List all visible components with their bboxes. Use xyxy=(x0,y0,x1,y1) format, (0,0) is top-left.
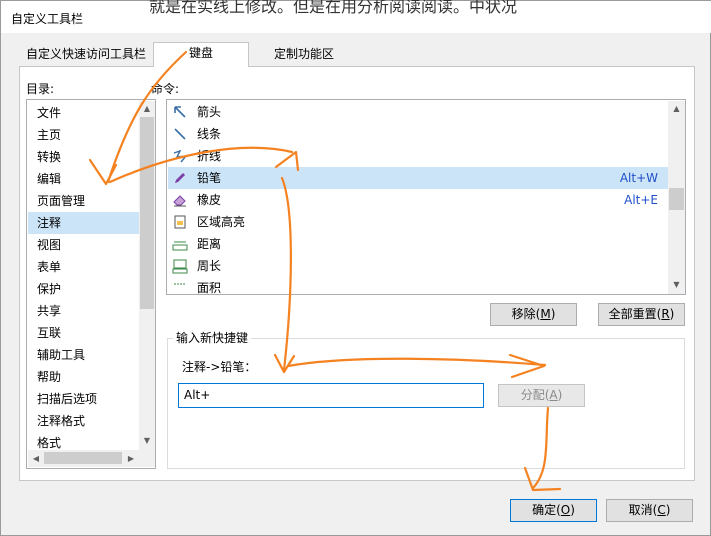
cancel-button-mnemonic: C xyxy=(657,503,666,517)
directory-item[interactable]: 页面管理 xyxy=(28,190,139,212)
remove-button-label: 移除 xyxy=(511,307,536,321)
tab-keyboard[interactable]: 键盘 xyxy=(153,42,249,67)
directory-horizontal-thumb[interactable] xyxy=(44,452,122,464)
directory-item[interactable]: 转换 xyxy=(28,146,139,168)
customize-toolbar-dialog: 就是在实线上修改。但是在用分析阅读阅读。中状况 自定义工具栏 自定义快速访问工具… xyxy=(0,0,711,536)
reset-all-button-mnemonic: R xyxy=(661,307,670,321)
area-icon xyxy=(174,283,186,285)
directory-label: 目录: xyxy=(26,82,55,96)
command-row[interactable]: 线条 xyxy=(168,123,668,145)
command-label: 距离 xyxy=(197,237,222,251)
directory-item[interactable]: 共享 xyxy=(28,300,139,322)
ok-button-mnemonic: O xyxy=(560,503,571,517)
perimeter-icon xyxy=(172,259,188,274)
distance-icon xyxy=(172,241,188,251)
cancel-button-label: 取消 xyxy=(628,503,653,517)
directory-item[interactable]: 扫描后选项 xyxy=(28,388,139,410)
scroll-left-icon[interactable]: ◀ xyxy=(28,450,44,467)
command-row[interactable]: 折线 xyxy=(168,145,668,167)
command-label: 线条 xyxy=(197,127,222,141)
command-row[interactable]: 距离 xyxy=(168,233,668,255)
pencil-icon xyxy=(175,173,185,183)
background-text: 就是在实线上修改。但是在用分析阅读阅读。中状况 xyxy=(149,0,518,16)
title-bar: 就是在实线上修改。但是在用分析阅读阅读。中状况 自定义工具栏 xyxy=(1,0,711,33)
directory-item[interactable]: 辅助工具 xyxy=(28,344,139,366)
reset-all-button[interactable]: 全部重置(R) xyxy=(598,303,685,326)
scroll-down-icon[interactable]: ▼ xyxy=(668,277,685,293)
directory-list[interactable]: 文件 主页 转换 编辑 页面管理 注释 视图 表单 保护 共享 互联 辅助工具 … xyxy=(26,99,156,469)
directory-item[interactable]: 注释格式 xyxy=(28,410,139,432)
scroll-down-icon[interactable]: ▼ xyxy=(139,433,155,449)
command-row[interactable]: 周长 xyxy=(168,255,668,277)
command-label: 铅笔 xyxy=(197,171,222,185)
directory-item[interactable]: 主页 xyxy=(28,124,139,146)
commands-scroll-thumb[interactable] xyxy=(669,188,684,210)
commands-label: 命令: xyxy=(151,82,180,96)
command-label: 折线 xyxy=(197,149,222,163)
arrow-icon xyxy=(174,106,186,118)
ok-button[interactable]: 确定(O) xyxy=(510,499,597,522)
command-label: 箭头 xyxy=(197,105,222,119)
commands-list[interactable]: 箭头 线条 折线 铅笔 Alt+W 橡皮 Alt+E 区域高亮 距离 周长 面积… xyxy=(166,99,686,295)
command-shortcut: Alt+W xyxy=(619,171,658,185)
cancel-button[interactable]: 取消(C) xyxy=(606,499,693,522)
area-highlight-icon xyxy=(174,215,186,229)
scroll-right-icon[interactable]: ▶ xyxy=(123,450,139,467)
directory-scroll-thumb[interactable] xyxy=(140,117,154,309)
assign-button-mnemonic: A xyxy=(549,388,558,402)
scroll-up-icon[interactable]: ▲ xyxy=(139,101,155,117)
line-icon xyxy=(174,128,186,140)
assign-button-label: 分配 xyxy=(520,388,545,402)
current-command-label: 注释->铅笔： xyxy=(182,360,257,374)
remove-button-mnemonic: M xyxy=(540,307,551,321)
directory-item[interactable]: 互联 xyxy=(28,322,139,344)
tab-customize-ribbon[interactable]: 定制功能区 xyxy=(259,44,349,66)
directory-item[interactable]: 编辑 xyxy=(28,168,139,190)
directory-item[interactable]: 格式 xyxy=(28,432,139,450)
shortcut-input[interactable]: Alt+ xyxy=(178,383,484,408)
tab-quick-access-toolbar[interactable]: 自定义快速访问工具栏 xyxy=(21,44,151,66)
command-label: 区域高亮 xyxy=(197,215,246,229)
polyline-icon xyxy=(173,149,188,163)
new-shortcut-group-title: 输入新快捷键 xyxy=(173,329,252,346)
command-shortcut: Alt+E xyxy=(624,193,658,207)
command-row[interactable]: 区域高亮 xyxy=(168,211,668,233)
remove-button[interactable]: 移除(M) xyxy=(490,303,577,326)
directory-item[interactable]: 帮助 xyxy=(28,366,139,388)
reset-all-button-label: 全部重置 xyxy=(608,307,657,321)
command-row-selected[interactable]: 铅笔 Alt+W xyxy=(168,167,668,189)
directory-item[interactable]: 文件 xyxy=(28,102,139,124)
dialog-title: 自定义工具栏 xyxy=(11,12,84,26)
command-label: 面积 xyxy=(197,281,222,295)
assign-button[interactable]: 分配(A) xyxy=(498,384,585,407)
command-label: 橡皮 xyxy=(197,193,222,207)
directory-item[interactable]: 表单 xyxy=(28,256,139,278)
directory-item[interactable]: 视图 xyxy=(28,234,139,256)
ok-button-label: 确定 xyxy=(532,503,557,517)
directory-item-selected[interactable]: 注释 xyxy=(28,212,139,234)
command-label: 周长 xyxy=(197,259,222,273)
eraser-icon xyxy=(173,195,186,207)
command-row[interactable]: 箭头 xyxy=(168,101,668,123)
command-row[interactable]: 面积 xyxy=(168,277,668,295)
directory-item[interactable]: 保护 xyxy=(28,278,139,300)
scroll-up-icon[interactable]: ▲ xyxy=(668,101,685,117)
command-row[interactable]: 橡皮 Alt+E xyxy=(168,189,668,211)
